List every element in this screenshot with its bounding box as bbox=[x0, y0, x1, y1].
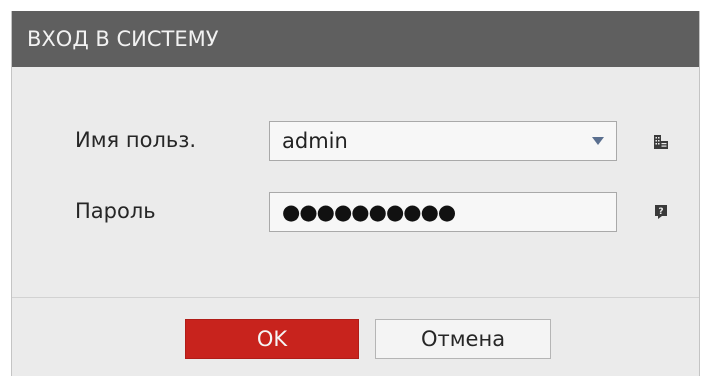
password-field[interactable]: ●●●●●●●●●● bbox=[269, 192, 617, 232]
username-label: Имя польз. bbox=[75, 128, 197, 152]
help-icon[interactable]: ? bbox=[653, 204, 669, 220]
ok-button[interactable]: OK bbox=[185, 319, 359, 359]
login-dialog: ВХОД В СИСТЕМУ Имя польз. admin Пароль ●… bbox=[11, 11, 700, 376]
username-value: admin bbox=[282, 129, 348, 153]
chevron-down-icon[interactable] bbox=[592, 137, 604, 145]
username-select[interactable]: admin bbox=[269, 121, 617, 161]
svg-text:?: ? bbox=[658, 207, 663, 217]
dialog-title: ВХОД В СИСТЕМУ bbox=[12, 11, 699, 67]
divider bbox=[12, 297, 699, 298]
cancel-button[interactable]: Отмена bbox=[375, 319, 551, 359]
password-value: ●●●●●●●●●● bbox=[282, 200, 456, 224]
password-label: Пароль bbox=[75, 199, 156, 223]
keyboard-icon[interactable] bbox=[653, 134, 669, 150]
